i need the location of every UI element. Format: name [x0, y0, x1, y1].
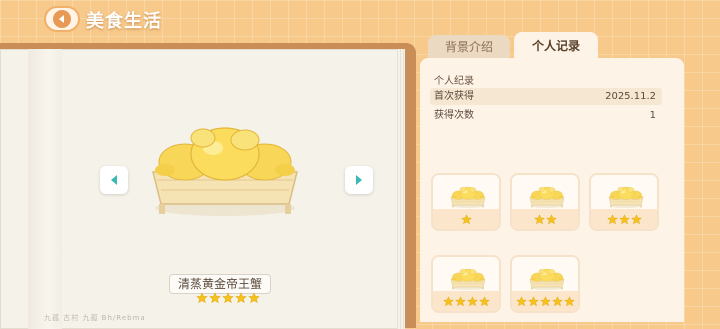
- star-icon: [534, 214, 545, 225]
- record-label: 首次获得: [434, 91, 474, 102]
- previous-dish-button[interactable]: [100, 166, 128, 194]
- star-icon: [461, 214, 472, 225]
- record-label: 获得次数: [434, 110, 474, 121]
- record-value: 2025.11.2: [605, 91, 656, 102]
- star-icon: [552, 296, 563, 307]
- golden-crab-dish-thumb-icon: [528, 267, 566, 291]
- page-edges: [397, 49, 405, 329]
- star-icon: [443, 296, 454, 307]
- top-bar: 美食生活: [0, 0, 720, 40]
- star-icon: [607, 214, 618, 225]
- star-icon: [540, 296, 551, 307]
- star-icon: [235, 292, 247, 304]
- tab-personal-record[interactable]: 个人记录: [514, 32, 598, 60]
- chevron-left-icon: [111, 175, 117, 185]
- book-spine: [28, 49, 62, 329]
- star-icon: [222, 292, 234, 304]
- star-icon: [528, 296, 539, 307]
- star-icon: [546, 214, 557, 225]
- golden-crab-dish-image: [145, 120, 305, 220]
- star-icon: [248, 292, 260, 304]
- record-row-first-obtained: 首次获得 2025.11.2: [430, 88, 662, 105]
- variant-star-rating: [512, 209, 578, 229]
- record-value: 1: [649, 110, 656, 121]
- star-icon: [455, 296, 466, 307]
- variant-card-3-star[interactable]: [589, 173, 659, 231]
- star-icon: [479, 296, 490, 307]
- variant-card-2-star[interactable]: [510, 173, 580, 231]
- chevron-right-icon: [356, 175, 362, 185]
- next-dish-button[interactable]: [345, 166, 373, 194]
- golden-crab-dish-thumb-icon: [607, 185, 645, 209]
- golden-crab-dish-thumb-icon: [449, 267, 487, 291]
- back-arrow-icon: [53, 10, 71, 28]
- star-icon: [631, 214, 642, 225]
- tab-background-intro[interactable]: 背景介绍: [428, 35, 510, 60]
- variant-star-rating: [433, 291, 499, 311]
- dish-star-rating: [196, 292, 260, 306]
- variant-card-1-star[interactable]: [431, 173, 501, 231]
- variant-card-4-star[interactable]: [431, 255, 501, 313]
- page-title: 美食生活: [86, 11, 162, 32]
- golden-crab-dish-thumb-icon: [528, 185, 566, 209]
- variant-star-rating: [433, 209, 499, 229]
- star-icon: [619, 214, 630, 225]
- star-icon: [564, 296, 575, 307]
- record-section-title: 个人纪录: [434, 76, 474, 87]
- star-icon: [196, 292, 208, 304]
- variant-star-rating: [512, 291, 578, 311]
- variant-card-5-star[interactable]: [510, 255, 580, 313]
- golden-crab-dish-thumb-icon: [449, 185, 487, 209]
- dish-name-plate: 清蒸黄金帝王蟹: [169, 274, 271, 294]
- record-row-obtained-count: 获得次数 1: [430, 107, 662, 124]
- star-icon: [209, 292, 221, 304]
- back-button[interactable]: [44, 6, 80, 32]
- star-icon: [467, 296, 478, 307]
- star-icon: [516, 296, 527, 307]
- variant-star-rating: [591, 209, 657, 229]
